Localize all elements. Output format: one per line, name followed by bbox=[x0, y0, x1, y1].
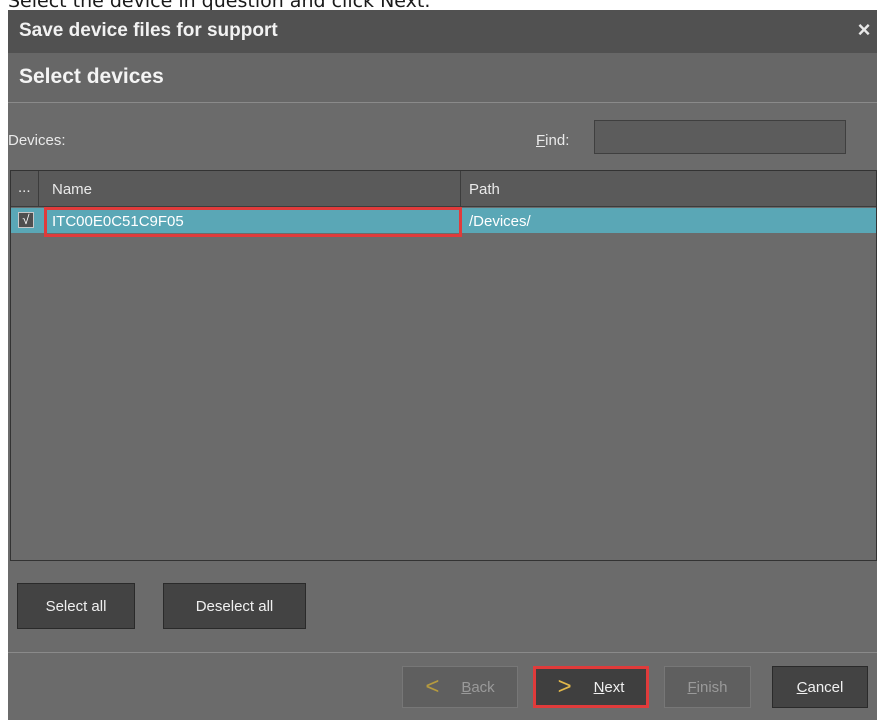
cancel-button[interactable]: Cancel bbox=[772, 666, 868, 708]
find-accesskey: F bbox=[536, 132, 546, 149]
finish-accesskey: F bbox=[687, 678, 697, 696]
column-header-select-label: ... bbox=[18, 179, 31, 196]
find-label-rest: ind: bbox=[545, 132, 570, 149]
next-accesskey: N bbox=[593, 678, 605, 696]
column-header-path-label: Path bbox=[469, 181, 500, 198]
table-header: ... Name Path bbox=[11, 171, 876, 207]
cancel-label: Cancel bbox=[797, 679, 844, 696]
row-checkbox[interactable]: √ bbox=[18, 212, 34, 228]
finish-button[interactable]: Finish bbox=[664, 666, 751, 708]
column-header-name-label: Name bbox=[52, 181, 93, 198]
dialog-titlebar: Save device files for support × bbox=[8, 10, 877, 53]
footer-divider bbox=[8, 652, 877, 653]
table-row[interactable]: √ ITC00E0C51C9F05 /Devices/ bbox=[11, 208, 876, 233]
chevron-right-icon: > bbox=[557, 673, 572, 700]
next-label: Next bbox=[594, 679, 625, 696]
instruction-caption: Select the device in question and click … bbox=[8, 0, 431, 12]
device-name-cell: ITC00E0C51C9F05 bbox=[52, 213, 184, 230]
devices-table: ... Name Path √ ITC00E0C51C9F05 /Devices… bbox=[10, 170, 877, 561]
step-heading: Select devices bbox=[19, 65, 164, 88]
finish-label-rest: inish bbox=[696, 678, 728, 696]
next-button[interactable]: > Next bbox=[533, 666, 649, 708]
back-accesskey: B bbox=[461, 678, 472, 696]
find-input[interactable] bbox=[594, 120, 846, 154]
column-header-name[interactable]: Name bbox=[39, 171, 461, 207]
dialog-title: Save device files for support bbox=[19, 20, 278, 41]
column-header-select[interactable]: ... bbox=[11, 171, 39, 207]
find-label: Find: bbox=[536, 132, 569, 149]
close-icon[interactable]: × bbox=[853, 17, 875, 43]
cancel-label-rest: ancel bbox=[807, 678, 844, 696]
deselect-all-button[interactable]: Deselect all bbox=[163, 583, 306, 629]
wizard-step-header: Select devices bbox=[8, 53, 877, 103]
finish-label: Finish bbox=[687, 679, 727, 696]
device-path-cell: /Devices/ bbox=[469, 213, 531, 230]
next-label-rest: ext bbox=[604, 678, 625, 696]
back-label: Back bbox=[461, 679, 494, 696]
select-all-button[interactable]: Select all bbox=[17, 583, 135, 629]
back-button[interactable]: < Back bbox=[402, 666, 518, 708]
save-device-files-dialog: Save device files for support × Select d… bbox=[8, 10, 877, 720]
cancel-accesskey: C bbox=[796, 678, 808, 696]
back-label-rest: ack bbox=[471, 678, 495, 696]
devices-label: Devices: bbox=[8, 132, 66, 149]
chevron-left-icon: < bbox=[425, 673, 440, 700]
column-header-path[interactable]: Path bbox=[461, 171, 876, 207]
